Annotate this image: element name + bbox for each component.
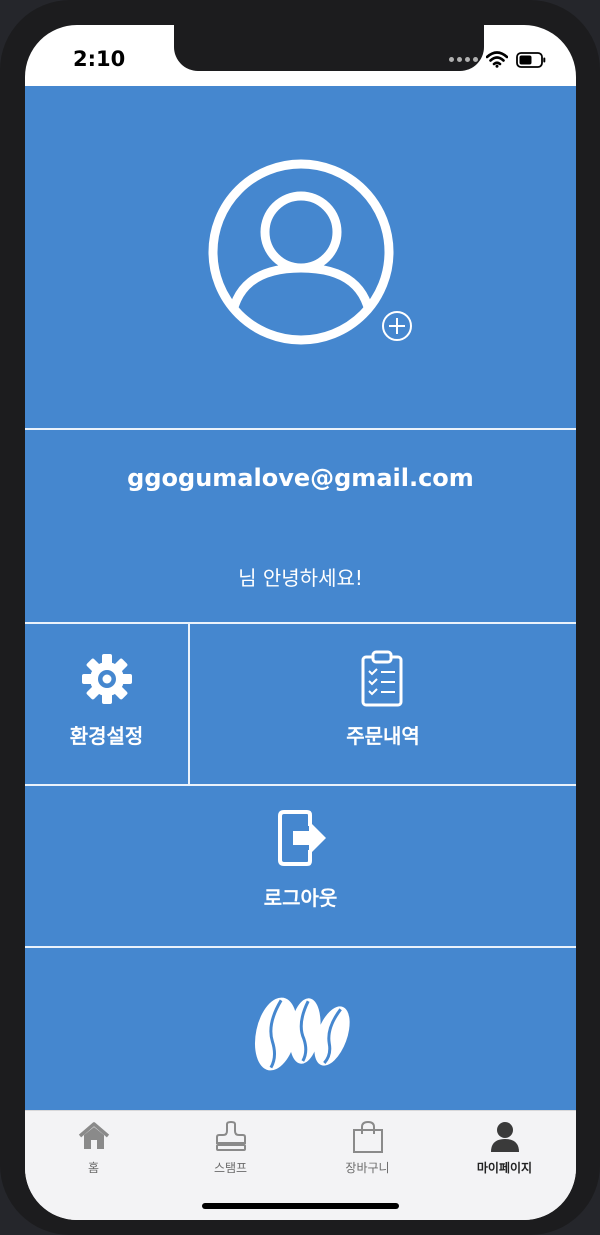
battery-icon [516,51,546,68]
mypage-main: ggogumalove@gmail.com 님 안녕하세요! 환경설정 주문내역… [25,86,576,1111]
home-indicator [202,1203,399,1209]
gear-icon [82,654,132,704]
cellular-signal-icon [449,57,478,62]
add-photo-icon[interactable] [381,310,413,342]
clipboard-list-icon [361,650,403,707]
wifi-icon [486,51,508,68]
logout-label: 로그아웃 [263,886,338,910]
tab-home-label: 홈 [87,1161,100,1175]
tab-home[interactable]: 홈 [25,1111,162,1191]
profile-avatar-icon[interactable] [205,156,397,348]
tab-cart[interactable]: 장바구니 [299,1111,436,1191]
settings-label: 환경설정 [69,724,144,748]
coffee-beans-logo [254,997,350,1071]
logout-button[interactable]: 로그아웃 [25,786,576,946]
tab-stamp[interactable]: 스탬프 [162,1111,299,1191]
logout-icon [278,810,326,866]
notch [174,25,484,71]
user-email: ggogumalove@gmail.com [127,464,474,492]
settings-button[interactable]: 환경설정 [25,624,188,784]
shopping-bag-icon [352,1121,383,1153]
greeting-text: 님 안녕하세요! [238,566,363,590]
status-icons [449,51,546,68]
stamp-icon [215,1121,246,1151]
home-icon [78,1122,109,1149]
order-history-label: 주문내역 [346,724,420,748]
person-icon [490,1122,519,1152]
divider [25,428,576,430]
tab-cart-label: 장바구니 [345,1161,390,1175]
divider [25,946,576,948]
order-history-button[interactable]: 주문내역 [190,624,576,784]
tab-mypage-label: 마이페이지 [476,1161,533,1175]
tab-stamp-label: 스탬프 [213,1161,248,1175]
status-time: 2:10 [73,47,126,71]
tab-mypage[interactable]: 마이페이지 [436,1111,573,1191]
app-screen: 2:10 ggogumalove@gmail.com 님 안녕하세요! 환경설정… [25,25,576,1220]
